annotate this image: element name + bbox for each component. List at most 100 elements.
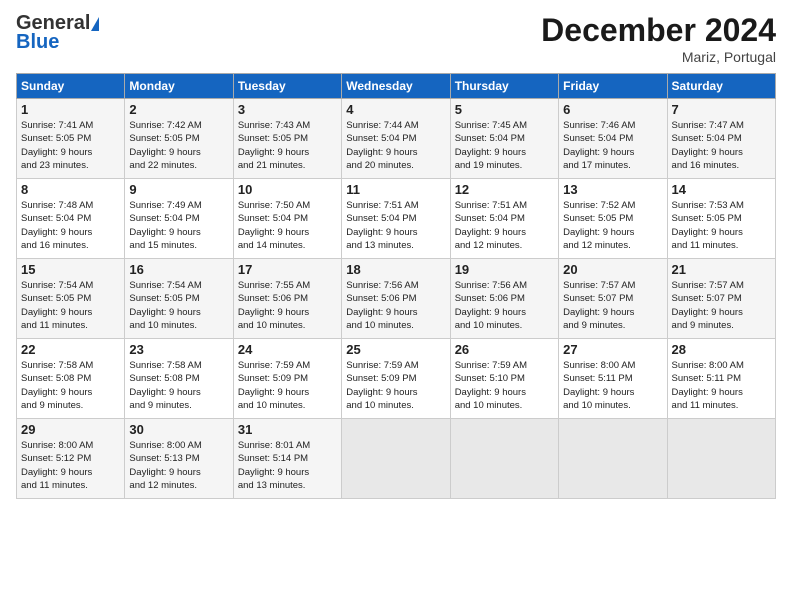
calendar: SundayMondayTuesdayWednesdayThursdayFrid… <box>16 73 776 499</box>
calendar-cell: 3 Sunrise: 7:43 AM Sunset: 5:05 PM Daylig… <box>233 99 341 179</box>
day-info: Sunrise: 7:58 AM Sunset: 5:08 PM Dayligh… <box>129 359 228 412</box>
day-info: Sunrise: 7:57 AM Sunset: 5:07 PM Dayligh… <box>563 279 662 332</box>
calendar-cell <box>667 419 775 499</box>
calendar-cell: 1 Sunrise: 7:41 AM Sunset: 5:05 PM Daylig… <box>17 99 125 179</box>
calendar-cell: 14 Sunrise: 7:53 AM Sunset: 5:05 PM Dayli… <box>667 179 775 259</box>
calendar-cell: 8 Sunrise: 7:48 AM Sunset: 5:04 PM Daylig… <box>17 179 125 259</box>
day-number: 7 <box>672 102 771 117</box>
calendar-cell: 25 Sunrise: 7:59 AM Sunset: 5:09 PM Dayli… <box>342 339 450 419</box>
calendar-cell: 20 Sunrise: 7:57 AM Sunset: 5:07 PM Dayli… <box>559 259 667 339</box>
day-number: 24 <box>238 342 337 357</box>
day-info: Sunrise: 7:47 AM Sunset: 5:04 PM Dayligh… <box>672 119 771 172</box>
day-number: 5 <box>455 102 554 117</box>
day-info: Sunrise: 8:00 AM Sunset: 5:12 PM Dayligh… <box>21 439 120 492</box>
calendar-cell: 18 Sunrise: 7:56 AM Sunset: 5:06 PM Dayli… <box>342 259 450 339</box>
day-info: Sunrise: 7:59 AM Sunset: 5:09 PM Dayligh… <box>238 359 337 412</box>
calendar-cell: 16 Sunrise: 7:54 AM Sunset: 5:05 PM Dayli… <box>125 259 233 339</box>
day-info: Sunrise: 7:54 AM Sunset: 5:05 PM Dayligh… <box>129 279 228 332</box>
day-info: Sunrise: 8:00 AM Sunset: 5:13 PM Dayligh… <box>129 439 228 492</box>
day-number: 17 <box>238 262 337 277</box>
calendar-cell <box>559 419 667 499</box>
day-number: 15 <box>21 262 120 277</box>
calendar-cell: 31Sunrise: 8:01 AM Sunset: 5:14 PM Dayli… <box>233 419 341 499</box>
day-number: 12 <box>455 182 554 197</box>
day-number: 1 <box>21 102 120 117</box>
calendar-cell: 30 Sunrise: 8:00 AM Sunset: 5:13 PM Dayli… <box>125 419 233 499</box>
day-info: Sunrise: 7:48 AM Sunset: 5:04 PM Dayligh… <box>21 199 120 252</box>
weekday-header-monday: Monday <box>125 74 233 99</box>
day-info: Sunrise: 7:46 AM Sunset: 5:04 PM Dayligh… <box>563 119 662 172</box>
day-number: 26 <box>455 342 554 357</box>
weekday-header-friday: Friday <box>559 74 667 99</box>
day-number: 31 <box>238 422 337 437</box>
calendar-cell: 7 Sunrise: 7:47 AM Sunset: 5:04 PM Daylig… <box>667 99 775 179</box>
day-number: 14 <box>672 182 771 197</box>
weekday-header-tuesday: Tuesday <box>233 74 341 99</box>
day-info: Sunrise: 8:00 AM Sunset: 5:11 PM Dayligh… <box>672 359 771 412</box>
day-number: 9 <box>129 182 228 197</box>
calendar-cell: 9 Sunrise: 7:49 AM Sunset: 5:04 PM Daylig… <box>125 179 233 259</box>
day-info: Sunrise: 7:59 AM Sunset: 5:10 PM Dayligh… <box>455 359 554 412</box>
day-number: 19 <box>455 262 554 277</box>
calendar-cell: 17 Sunrise: 7:55 AM Sunset: 5:06 PM Dayli… <box>233 259 341 339</box>
day-info: Sunrise: 7:54 AM Sunset: 5:05 PM Dayligh… <box>21 279 120 332</box>
day-number: 13 <box>563 182 662 197</box>
calendar-cell: 11 Sunrise: 7:51 AM Sunset: 5:04 PM Dayli… <box>342 179 450 259</box>
weekday-header-wednesday: Wednesday <box>342 74 450 99</box>
day-number: 27 <box>563 342 662 357</box>
weekday-header-sunday: Sunday <box>17 74 125 99</box>
weekday-header-thursday: Thursday <box>450 74 558 99</box>
day-number: 2 <box>129 102 228 117</box>
calendar-cell: 26 Sunrise: 7:59 AM Sunset: 5:10 PM Dayli… <box>450 339 558 419</box>
day-info: Sunrise: 7:51 AM Sunset: 5:04 PM Dayligh… <box>455 199 554 252</box>
day-number: 8 <box>21 182 120 197</box>
calendar-cell: 23Sunrise: 7:58 AM Sunset: 5:08 PM Dayli… <box>125 339 233 419</box>
day-number: 21 <box>672 262 771 277</box>
day-info: Sunrise: 7:59 AM Sunset: 5:09 PM Dayligh… <box>346 359 445 412</box>
day-info: Sunrise: 7:57 AM Sunset: 5:07 PM Dayligh… <box>672 279 771 332</box>
day-number: 10 <box>238 182 337 197</box>
calendar-cell: 12 Sunrise: 7:51 AM Sunset: 5:04 PM Dayli… <box>450 179 558 259</box>
day-number: 11 <box>346 182 445 197</box>
calendar-cell: 22Sunrise: 7:58 AM Sunset: 5:08 PM Dayli… <box>17 339 125 419</box>
day-info: Sunrise: 7:49 AM Sunset: 5:04 PM Dayligh… <box>129 199 228 252</box>
logo: General Blue <box>16 12 99 54</box>
day-info: Sunrise: 7:55 AM Sunset: 5:06 PM Dayligh… <box>238 279 337 332</box>
calendar-cell: 19 Sunrise: 7:56 AM Sunset: 5:06 PM Dayli… <box>450 259 558 339</box>
day-number: 20 <box>563 262 662 277</box>
day-number: 25 <box>346 342 445 357</box>
calendar-cell: 27 Sunrise: 8:00 AM Sunset: 5:11 PM Dayli… <box>559 339 667 419</box>
day-info: Sunrise: 7:45 AM Sunset: 5:04 PM Dayligh… <box>455 119 554 172</box>
calendar-cell: 28 Sunrise: 8:00 AM Sunset: 5:11 PM Dayli… <box>667 339 775 419</box>
day-number: 18 <box>346 262 445 277</box>
day-info: Sunrise: 7:50 AM Sunset: 5:04 PM Dayligh… <box>238 199 337 252</box>
calendar-cell: 21 Sunrise: 7:57 AM Sunset: 5:07 PM Dayli… <box>667 259 775 339</box>
day-number: 29 <box>21 422 120 437</box>
calendar-cell: 13 Sunrise: 7:52 AM Sunset: 5:05 PM Dayli… <box>559 179 667 259</box>
day-info: Sunrise: 7:51 AM Sunset: 5:04 PM Dayligh… <box>346 199 445 252</box>
calendar-cell: 24 Sunrise: 7:59 AM Sunset: 5:09 PM Dayli… <box>233 339 341 419</box>
day-number: 30 <box>129 422 228 437</box>
day-number: 28 <box>672 342 771 357</box>
calendar-cell: 10 Sunrise: 7:50 AM Sunset: 5:04 PM Dayli… <box>233 179 341 259</box>
day-info: Sunrise: 8:00 AM Sunset: 5:11 PM Dayligh… <box>563 359 662 412</box>
weekday-header-saturday: Saturday <box>667 74 775 99</box>
day-info: Sunrise: 7:41 AM Sunset: 5:05 PM Dayligh… <box>21 119 120 172</box>
logo-blue-text: Blue <box>16 31 59 54</box>
day-number: 16 <box>129 262 228 277</box>
calendar-cell <box>342 419 450 499</box>
header: General Blue December 2024 Mariz, Portug… <box>16 12 776 65</box>
day-info: Sunrise: 7:52 AM Sunset: 5:05 PM Dayligh… <box>563 199 662 252</box>
day-info: Sunrise: 7:53 AM Sunset: 5:05 PM Dayligh… <box>672 199 771 252</box>
day-number: 3 <box>238 102 337 117</box>
calendar-cell: 6Sunrise: 7:46 AM Sunset: 5:04 PM Daylig… <box>559 99 667 179</box>
day-info: Sunrise: 7:58 AM Sunset: 5:08 PM Dayligh… <box>21 359 120 412</box>
day-info: Sunrise: 7:56 AM Sunset: 5:06 PM Dayligh… <box>346 279 445 332</box>
day-info: Sunrise: 7:56 AM Sunset: 5:06 PM Dayligh… <box>455 279 554 332</box>
calendar-cell: 15 Sunrise: 7:54 AM Sunset: 5:05 PM Dayli… <box>17 259 125 339</box>
title-area: December 2024 Mariz, Portugal <box>541 12 776 65</box>
day-number: 4 <box>346 102 445 117</box>
calendar-cell <box>450 419 558 499</box>
day-info: Sunrise: 7:43 AM Sunset: 5:05 PM Dayligh… <box>238 119 337 172</box>
subtitle: Mariz, Portugal <box>541 49 776 65</box>
